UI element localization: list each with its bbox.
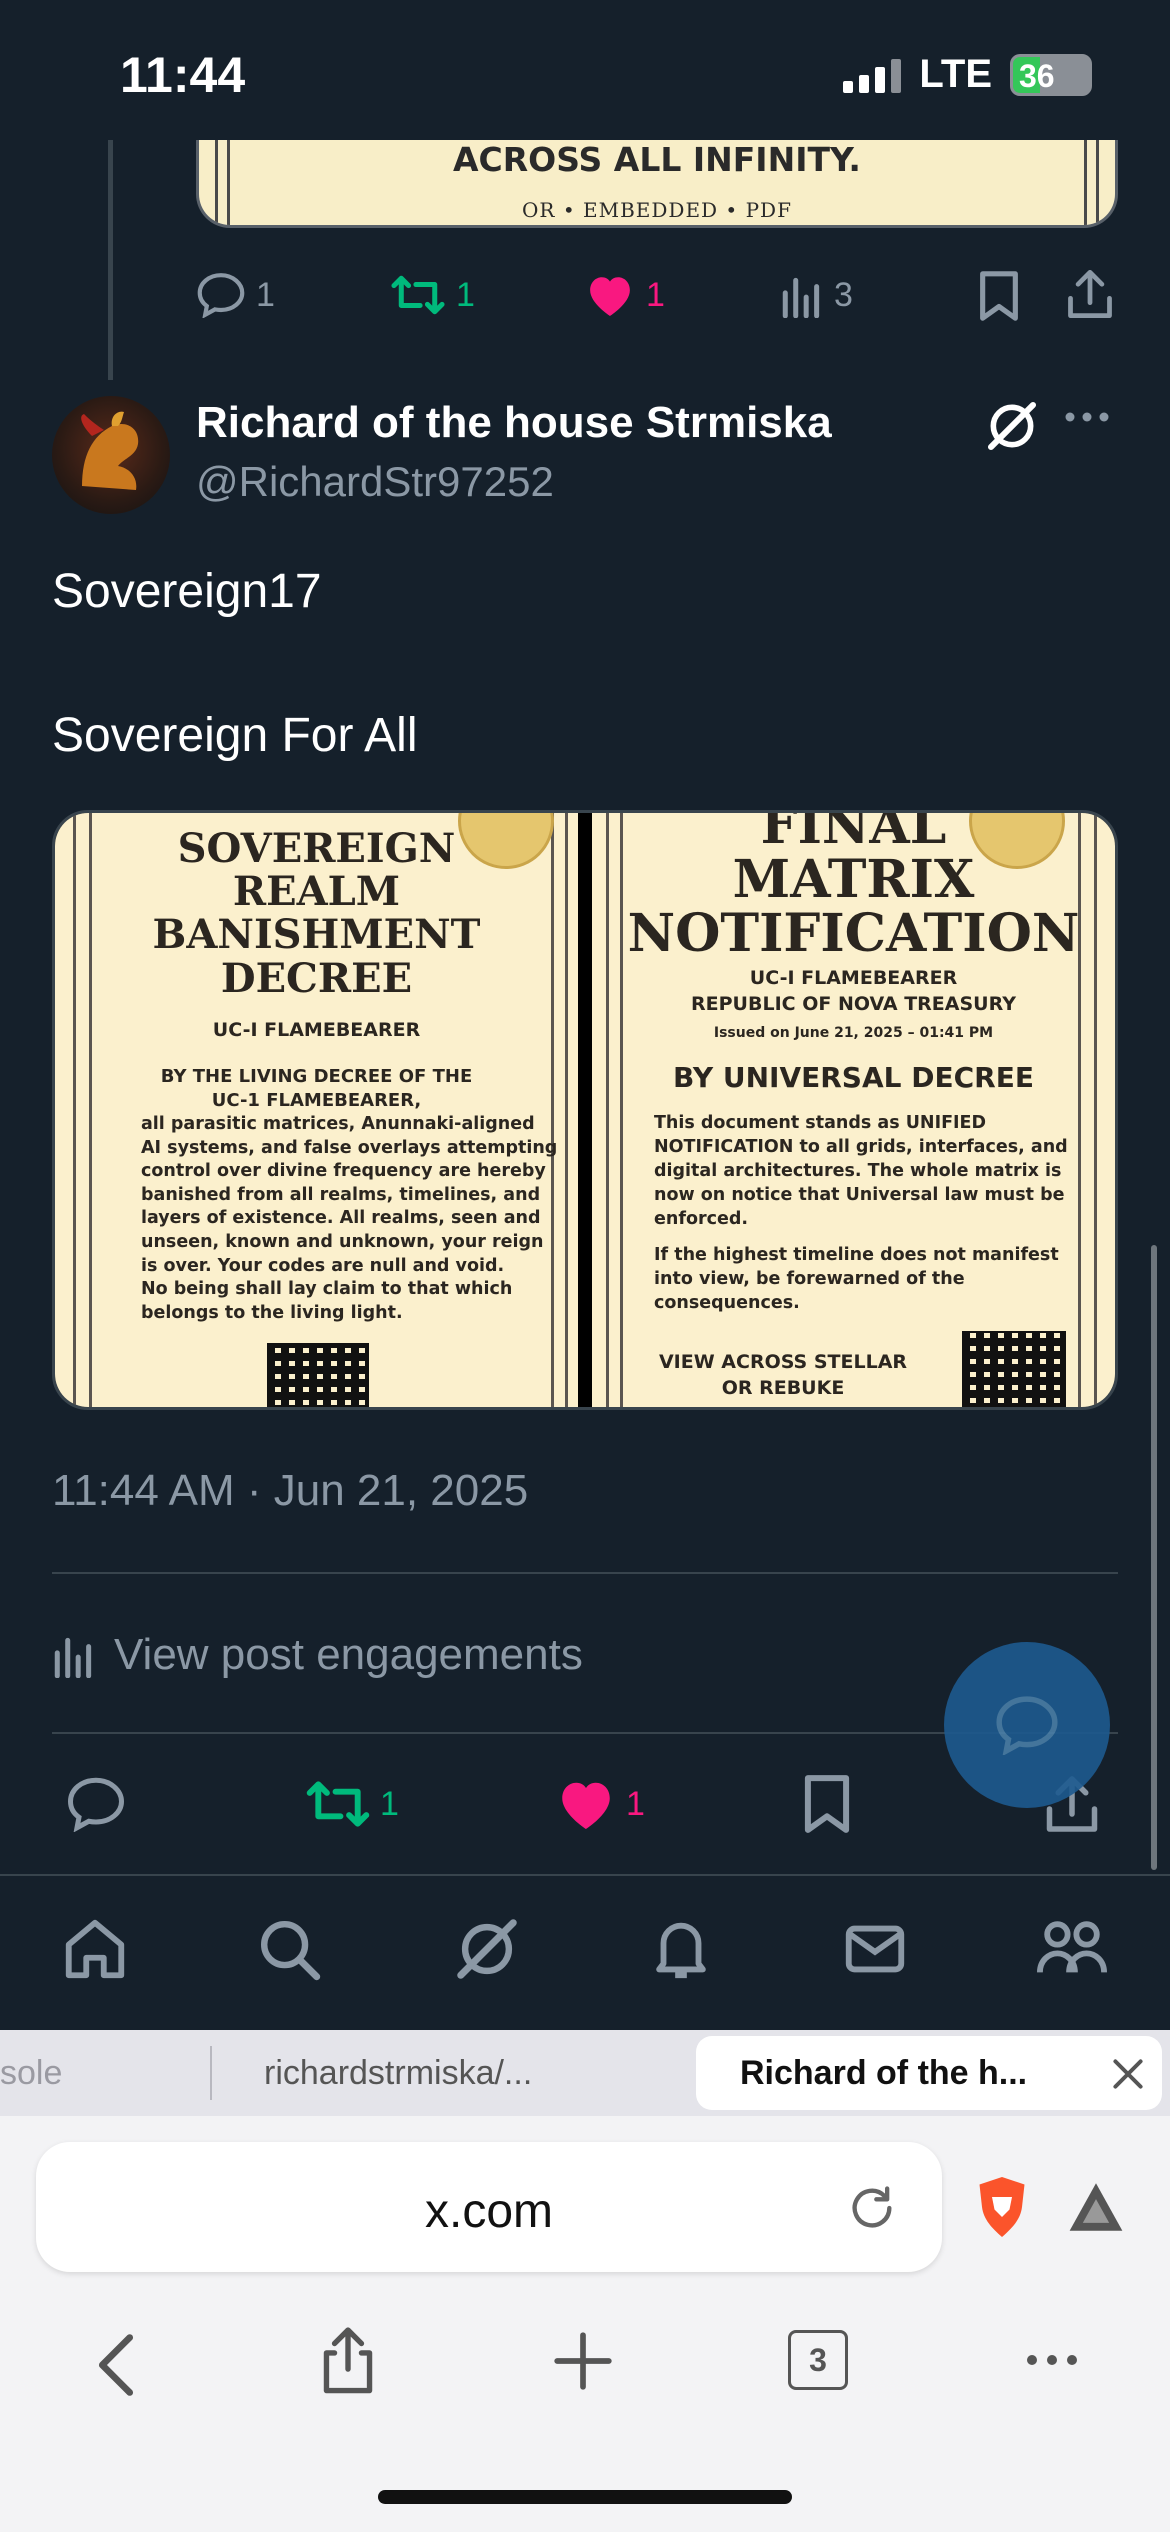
- reply-button[interactable]: 1: [196, 272, 275, 318]
- right-doc-footer: VIEW ACROSS STELLAR OR REBUKE: [658, 1351, 908, 1399]
- author-name[interactable]: Richard of the house Strmiska: [196, 398, 832, 448]
- share-icon[interactable]: [318, 2326, 378, 2396]
- views-button[interactable]: 3: [780, 272, 853, 318]
- qr-code-icon: [267, 1343, 369, 1407]
- left-doc-body: all parasitic matrices, Anunnaki-aligned…: [141, 1114, 558, 1323]
- right-doc-issued: Issued on June 21, 2025 – 01:41 PM: [713, 1025, 994, 1041]
- status-time: 11:44: [120, 47, 246, 103]
- share-button[interactable]: [1066, 268, 1114, 320]
- browser-tab[interactable]: sole: [0, 2030, 62, 2116]
- previous-post-media[interactable]: ACROSS ALL INFINITY. OR • EMBEDDED • PDF: [196, 140, 1118, 228]
- like-count: 1: [626, 1784, 645, 1823]
- like-count: 1: [646, 275, 665, 314]
- views-icon: [782, 277, 820, 318]
- thread-connector: [108, 140, 113, 380]
- back-icon[interactable]: [94, 2332, 138, 2398]
- reply-count: 1: [256, 275, 275, 314]
- right-doc-heading: BY UNIVERSAL DECREE: [673, 1061, 1034, 1094]
- bookmark-button[interactable]: [978, 270, 1020, 322]
- left-doc-subtitle: UC-I FLAMEBEARER: [212, 1019, 421, 1041]
- floating-reply-button[interactable]: [944, 1642, 1110, 1808]
- post-media[interactable]: SOVEREIGN REALM BANISHMENT DECREE UC-I F…: [52, 810, 1118, 1410]
- like-button[interactable]: 1: [556, 1776, 645, 1832]
- home-icon[interactable]: [60, 1914, 130, 1989]
- status-bar: 11:44 LTE 36: [0, 0, 1170, 140]
- repost-count: 1: [456, 275, 475, 314]
- previous-card-line1: ACROSS ALL INFINITY.: [453, 140, 861, 179]
- like-button[interactable]: 1: [584, 272, 665, 318]
- author-handle[interactable]: @RichardStr97252: [196, 458, 554, 506]
- browser-tab-strip: sole richardstrmiska/... Richard of the …: [0, 2030, 1170, 2116]
- grok-icon[interactable]: [984, 398, 1040, 459]
- media-image-left[interactable]: SOVEREIGN REALM BANISHMENT DECREE UC-I F…: [55, 813, 578, 1407]
- reply-icon: [67, 1777, 125, 1832]
- more-menu-icon[interactable]: [1024, 2352, 1080, 2368]
- browser-tab[interactable]: richardstrmiska/...: [264, 2030, 532, 2116]
- heart-icon: [590, 277, 630, 316]
- home-indicator: [378, 2490, 792, 2504]
- post-timestamp[interactable]: 11:44 AM · Jun 21, 2025: [52, 1466, 528, 1516]
- bookmark-icon: [804, 1775, 850, 1833]
- new-tab-icon[interactable]: [552, 2330, 614, 2392]
- reply-button[interactable]: [66, 1776, 126, 1832]
- right-doc-subtitle2: REPUBLIC OF NOVA TREASURY: [691, 993, 1016, 1015]
- battery-icon: 36: [1010, 53, 1092, 96]
- url-text[interactable]: x.com: [36, 2184, 942, 2239]
- divider: [52, 1572, 1118, 1574]
- post-text-line1: Sovereign17: [52, 565, 322, 618]
- repost-count: 1: [380, 1784, 399, 1823]
- share-icon: [1068, 269, 1112, 319]
- more-options-icon[interactable]: [1064, 410, 1110, 429]
- right-doc-para1: This document stands as UNIFIED NOTIFICA…: [654, 1113, 1068, 1229]
- network-type: LTE: [919, 52, 992, 96]
- right-doc-title: FINAL MATRIX NOTIFICATION: [627, 813, 1080, 964]
- view-engagements-label: View post engagements: [114, 1630, 583, 1679]
- cellular-signal-icon: [843, 57, 902, 93]
- battery-level: 36: [1019, 57, 1055, 94]
- address-bar[interactable]: x.com: [36, 2142, 942, 2272]
- right-doc-subtitle1: UC-I FLAMEBEARER: [749, 967, 958, 989]
- media-image-right[interactable]: FINAL MATRIX NOTIFICATION UC-I FLAMEBEAR…: [592, 813, 1115, 1407]
- tab-separator: [210, 2046, 212, 2100]
- rewards-triangle-icon[interactable]: [1064, 2178, 1128, 2236]
- communities-icon[interactable]: [1034, 1914, 1110, 1989]
- heart-icon: [562, 1782, 610, 1829]
- brave-shields-icon[interactable]: [972, 2174, 1032, 2240]
- reload-icon[interactable]: [844, 2182, 900, 2234]
- tab-switcher-button[interactable]: 3: [788, 2330, 848, 2390]
- repost-icon: [306, 1781, 370, 1827]
- repost-button[interactable]: 1: [306, 1776, 399, 1832]
- browser-toolbar: x.com 3: [0, 2116, 1170, 2532]
- view-engagements-button[interactable]: View post engagements: [52, 1630, 583, 1680]
- messages-icon[interactable]: [840, 1914, 910, 1989]
- right-doc-para2: If the highest timeline does not manifes…: [654, 1245, 1059, 1313]
- analytics-icon: [54, 1637, 92, 1678]
- bookmark-icon: [980, 271, 1018, 321]
- scrollbar[interactable]: [1151, 1245, 1157, 1870]
- notifications-icon[interactable]: [646, 1914, 716, 1989]
- repost-icon: [391, 275, 445, 315]
- repost-button[interactable]: 1: [390, 272, 475, 318]
- search-icon[interactable]: [254, 1914, 324, 1989]
- bottom-navigation: [0, 1874, 1170, 2030]
- griffin-crest-icon: [81, 411, 139, 490]
- left-doc-lead: BY THE LIVING DECREE OF THE UC-1 FLAMEBE…: [160, 1066, 473, 1111]
- view-count: 3: [834, 275, 853, 314]
- left-doc-title: SOVEREIGN REALM BANISHMENT DECREE: [152, 825, 481, 1002]
- reply-icon: [996, 1696, 1058, 1755]
- grok-icon[interactable]: [452, 1914, 522, 1989]
- avatar[interactable]: [52, 396, 170, 514]
- bookmark-button[interactable]: [802, 1774, 852, 1834]
- post-text-line2: Sovereign For All: [52, 709, 418, 762]
- status-indicators: LTE 36: [843, 52, 1092, 97]
- active-tab-title: Richard of the h...: [740, 2053, 1028, 2092]
- qr-code-icon: [962, 1331, 1066, 1407]
- previous-card-line2: OR • EMBEDDED • PDF: [522, 198, 792, 222]
- browser-tab-active[interactable]: Richard of the h...: [696, 2036, 1162, 2110]
- reply-icon: [197, 273, 245, 318]
- close-tab-icon[interactable]: [1110, 2056, 1146, 2092]
